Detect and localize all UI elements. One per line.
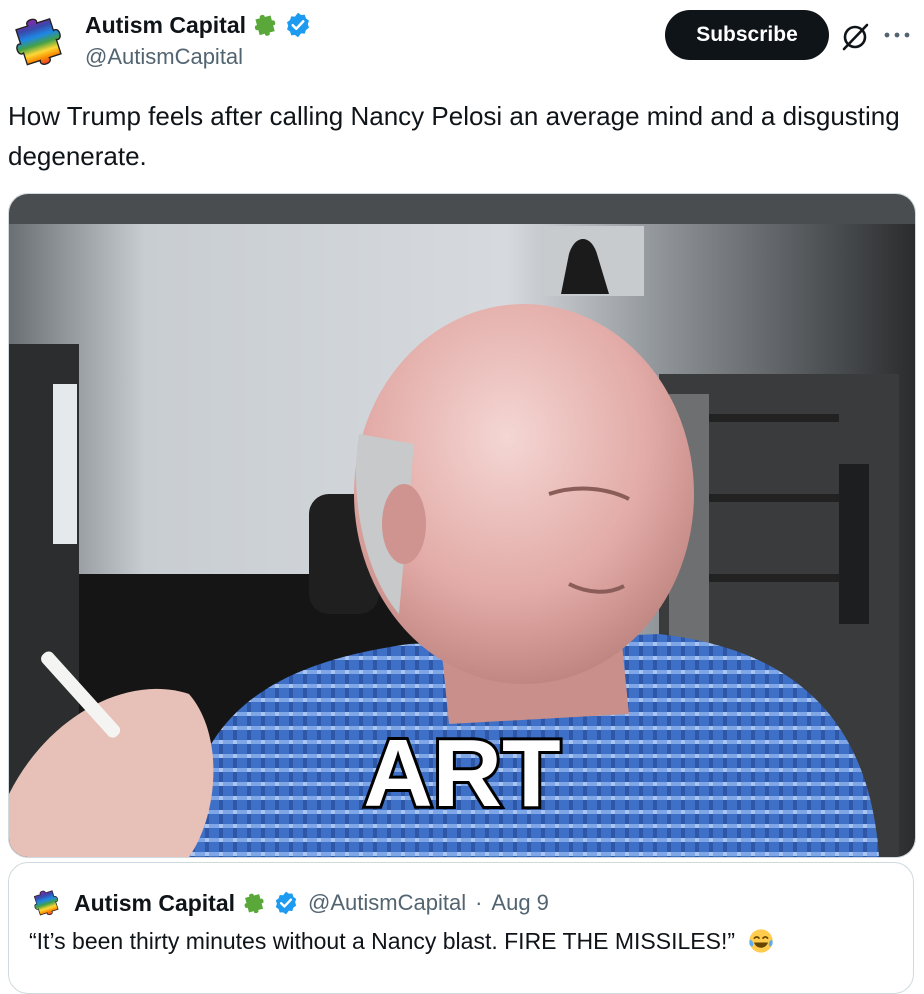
media-gif-image: ART [9, 194, 915, 857]
quoted-date: Aug 9 [491, 890, 549, 915]
puzzle-piece-icon [244, 893, 264, 914]
author-name-row: Autism Capital [85, 10, 312, 40]
author-name[interactable]: Autism Capital [85, 12, 246, 39]
quoted-separator: · [475, 890, 483, 915]
quoted-tweet-text: “It’s been thirty minutes without a Nanc… [29, 928, 736, 954]
quoted-tweet-text-row: “It’s been thirty minutes without a Nanc… [29, 927, 775, 955]
subscribe-button[interactable]: Subscribe [665, 10, 829, 60]
puzzle-piece-icon [254, 14, 276, 36]
author-avatar[interactable] [6, 8, 74, 76]
quoted-tweet-header: Autism Capital @AutismCapital · Aug 9 [29, 885, 549, 921]
grok-button[interactable] [838, 20, 872, 54]
more-options-button[interactable] [880, 20, 914, 50]
face-with-tears-of-joy-icon [749, 929, 774, 953]
quoted-author-name: Autism Capital [74, 889, 236, 916]
author-handle[interactable]: @AutismCapital [85, 44, 243, 70]
more-icon [884, 32, 910, 38]
verified-badge-icon [275, 891, 297, 915]
verified-badge-icon[interactable] [284, 11, 312, 39]
media-caption: ART [363, 720, 560, 827]
tweet-text: How Trump feels after calling Nancy Pelo… [8, 101, 900, 171]
quoted-tweet-card[interactable]: Autism Capital @AutismCapital · Aug 9 “I… [8, 862, 914, 994]
quoted-author-handle: @AutismCapital [308, 890, 467, 915]
tweet-media[interactable]: ART [8, 193, 916, 858]
quoted-author-avatar [33, 890, 59, 916]
grok-icon [842, 23, 869, 51]
rainbow-puzzle-avatar-icon [15, 17, 62, 66]
